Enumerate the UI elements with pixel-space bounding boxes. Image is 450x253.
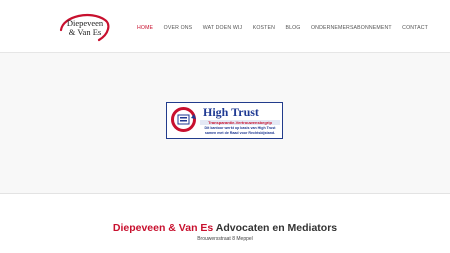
nav-item-home[interactable]: HOME [137,24,153,32]
page-title-rest: Advocaten en Mediators [213,222,338,235]
office-address: Brouwersstraat 8 Meppel [197,236,253,242]
badge-title: High Trust [203,105,259,119]
site-logo[interactable]: Diepeveen & Van Es [55,10,115,44]
nav-item-wat-doen-wij[interactable]: WAT DOEN WIJ [203,24,242,32]
badge-subtext-2: samen met de Raad voor Rechtsbijstand. [204,130,276,135]
page-title-accent: Diepeveen & Van Es [112,222,214,235]
hero-section: High Trust Transparantie-Vertrouwensbegr… [0,53,450,194]
page-title: Diepeveen & Van Es Advocaten en Mediator… [0,222,450,235]
nav-item-contact[interactable]: CONTACT [402,24,428,32]
main-navigation: HOME OVER ONS WAT DOEN WIJ KOSTEN BLOG O… [137,23,438,33]
logo-text-line2: & Van Es [68,27,102,37]
high-trust-badge[interactable]: High Trust Transparantie-Vertrouwensbegr… [166,102,283,139]
nav-item-ondernemersabonnement[interactable]: ONDERNEMERSABONNEMENT [311,24,392,32]
nav-item-kosten[interactable]: KOSTEN [253,24,275,32]
nav-item-blog[interactable]: BLOG [285,24,300,32]
high-trust-seal-icon [171,107,196,132]
nav-item-over-ons[interactable]: OVER ONS [164,24,193,32]
site-header: Diepeveen & Van Es HOME OVER ONS WAT DOE… [0,0,450,53]
badge-bar-text: Transparantie-Vertrouwensbegrip [200,120,280,125]
badge-subtext-1: Dit kantoor werkt op basis van High Trus… [204,126,276,130]
